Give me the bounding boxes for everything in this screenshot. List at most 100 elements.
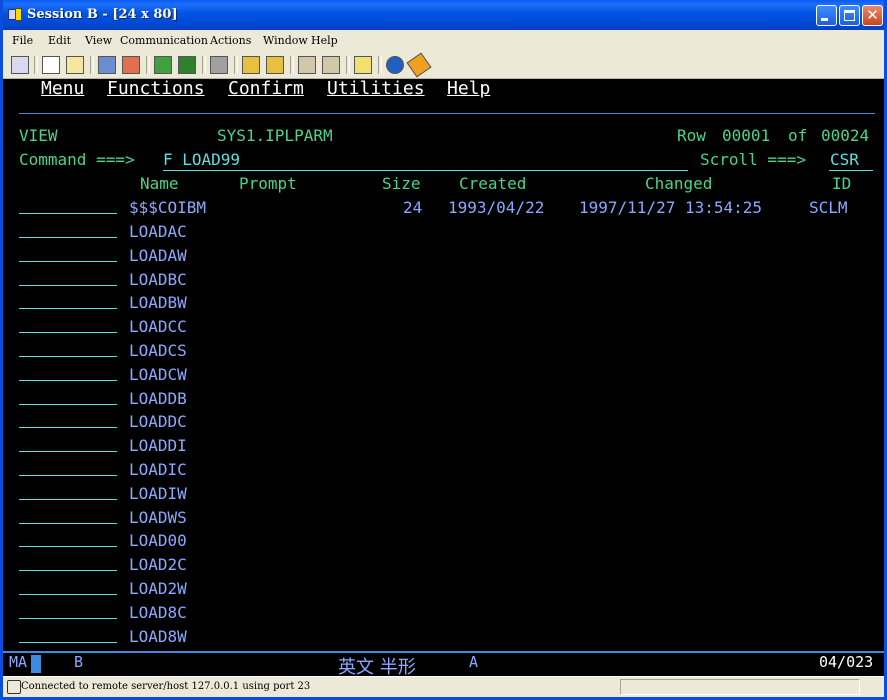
toolbar — [3, 52, 884, 79]
member-name[interactable]: LOAD2W — [129, 580, 187, 598]
member-id: SCLM — [809, 198, 848, 217]
line-command-field[interactable] — [19, 237, 117, 238]
member-name[interactable]: LOADBC — [129, 271, 187, 289]
action-utilities[interactable]: Utilities — [327, 80, 425, 98]
command-input[interactable]: F LOAD99 — [163, 151, 240, 169]
member-name[interactable]: LOADIC — [129, 461, 187, 479]
member-name[interactable]: LOADDC — [129, 413, 187, 431]
line-command-field[interactable] — [19, 618, 117, 619]
command-label: Command ===> — [19, 150, 135, 169]
member-name[interactable]: LOAD2C — [129, 556, 187, 574]
member-name[interactable]: LOADWS — [129, 509, 187, 527]
dataset-name: SYS1.IPLPARM — [217, 126, 333, 145]
row-of: of — [788, 126, 808, 145]
member-name[interactable]: LOADDI — [129, 437, 187, 455]
receive-icon[interactable] — [122, 56, 140, 74]
terminal-screen[interactable]: Menu Functions Confirm Utilities Help VI… — [3, 79, 884, 676]
line-command-field[interactable] — [19, 404, 117, 405]
member-name[interactable]: LOAD00 — [129, 532, 187, 550]
column-header-prompt: Prompt — [239, 174, 297, 193]
line-command-field[interactable] — [19, 451, 117, 452]
line-command-field[interactable] — [19, 546, 117, 547]
action-menu[interactable]: Menu — [41, 80, 84, 98]
member-name[interactable]: LOADIW — [129, 485, 187, 503]
member-name[interactable]: LOAD8C — [129, 604, 187, 622]
member-name[interactable]: LOADCS — [129, 342, 187, 360]
tag-icon[interactable] — [406, 52, 432, 78]
maximize-button[interactable] — [839, 5, 860, 26]
paste-icon[interactable] — [66, 56, 84, 74]
macro-icon[interactable] — [298, 56, 316, 74]
line-command-field[interactable] — [19, 499, 117, 500]
toolbar-separator — [202, 56, 206, 74]
status-message: Connected to remote server/host 127.0.0.… — [21, 681, 311, 692]
oia-ime-mode: A — [469, 653, 479, 671]
action-confirm[interactable]: Confirm — [228, 80, 304, 98]
display-icon[interactable] — [11, 56, 29, 74]
action-confirm-label: Confirm — [228, 79, 304, 99]
menu-communication[interactable]: Communication — [120, 34, 208, 47]
line-command-field[interactable] — [19, 642, 117, 643]
member-name[interactable]: LOADCW — [129, 366, 187, 384]
action-help[interactable]: Help — [447, 80, 490, 98]
member-name[interactable]: LOADAC — [129, 223, 187, 241]
column-header-size: Size — [382, 174, 421, 193]
copy-icon[interactable] — [42, 56, 60, 74]
line-command-field[interactable] — [19, 475, 117, 476]
session-icon[interactable] — [8, 8, 22, 21]
menu-file[interactable]: File — [12, 34, 33, 47]
status-panel — [620, 679, 860, 695]
member-created: 1993/04/22 — [448, 198, 545, 217]
mode-label: VIEW — [19, 126, 58, 145]
line-command-field[interactable] — [19, 285, 117, 286]
member-name[interactable]: LOADCC — [129, 318, 187, 336]
line-command-field[interactable] — [19, 213, 117, 214]
menu-actions[interactable]: Actions — [210, 34, 251, 47]
member-name[interactable]: LOADDB — [129, 390, 187, 408]
keyboard-icon[interactable] — [154, 56, 172, 74]
action-bar-separator — [19, 113, 875, 114]
line-command-field[interactable] — [19, 427, 117, 428]
transfer-icon[interactable] — [98, 56, 116, 74]
menu-help[interactable]: Help — [311, 34, 338, 47]
playback-icon[interactable] — [266, 56, 284, 74]
line-command-field[interactable] — [19, 523, 117, 524]
member-size: 24 — [403, 198, 423, 217]
record-icon[interactable] — [242, 56, 260, 74]
column-header-name: Name — [140, 174, 179, 193]
member-name[interactable]: LOADAW — [129, 247, 187, 265]
menu-bar: File Edit View Communication Actions Win… — [3, 30, 884, 52]
print-icon[interactable] — [210, 56, 228, 74]
screen-icon[interactable] — [178, 56, 196, 74]
line-command-field[interactable] — [19, 570, 117, 571]
member-name[interactable]: LOADBW — [129, 294, 187, 312]
oia-session: B — [74, 653, 84, 671]
line-command-field[interactable] — [19, 261, 117, 262]
close-button[interactable]: ✕ — [862, 5, 883, 26]
line-command-field[interactable] — [19, 380, 117, 381]
clipboard-icon[interactable] — [354, 56, 372, 74]
title-bar[interactable]: Session B - [24 x 80] ✕ — [3, 0, 884, 30]
line-command-field[interactable] — [19, 356, 117, 357]
member-name[interactable]: $$$COIBM — [129, 199, 206, 217]
menu-view[interactable]: View — [85, 34, 112, 47]
menu-window[interactable]: Window — [263, 34, 308, 47]
action-help-label: Help — [447, 79, 491, 99]
line-command-field[interactable] — [19, 308, 117, 309]
column-header-created: Created — [459, 174, 527, 193]
oia-cursor-indicator — [31, 655, 41, 673]
line-command-field[interactable] — [19, 332, 117, 333]
toolbar-separator — [290, 56, 294, 74]
column-header-id: ID — [832, 174, 852, 193]
row-current: 00001 — [722, 126, 771, 145]
scroll-input[interactable]: CSR — [830, 151, 859, 169]
toolbar-separator — [90, 56, 94, 74]
globe-icon[interactable] — [386, 56, 404, 74]
macro-stop-icon[interactable] — [322, 56, 340, 74]
action-functions[interactable]: Functions — [107, 80, 205, 98]
line-command-field[interactable] — [19, 594, 117, 595]
scroll-input-underline — [829, 170, 873, 171]
minimize-button[interactable] — [816, 5, 837, 26]
member-name[interactable]: LOAD8W — [129, 628, 187, 646]
menu-edit[interactable]: Edit — [48, 34, 71, 47]
